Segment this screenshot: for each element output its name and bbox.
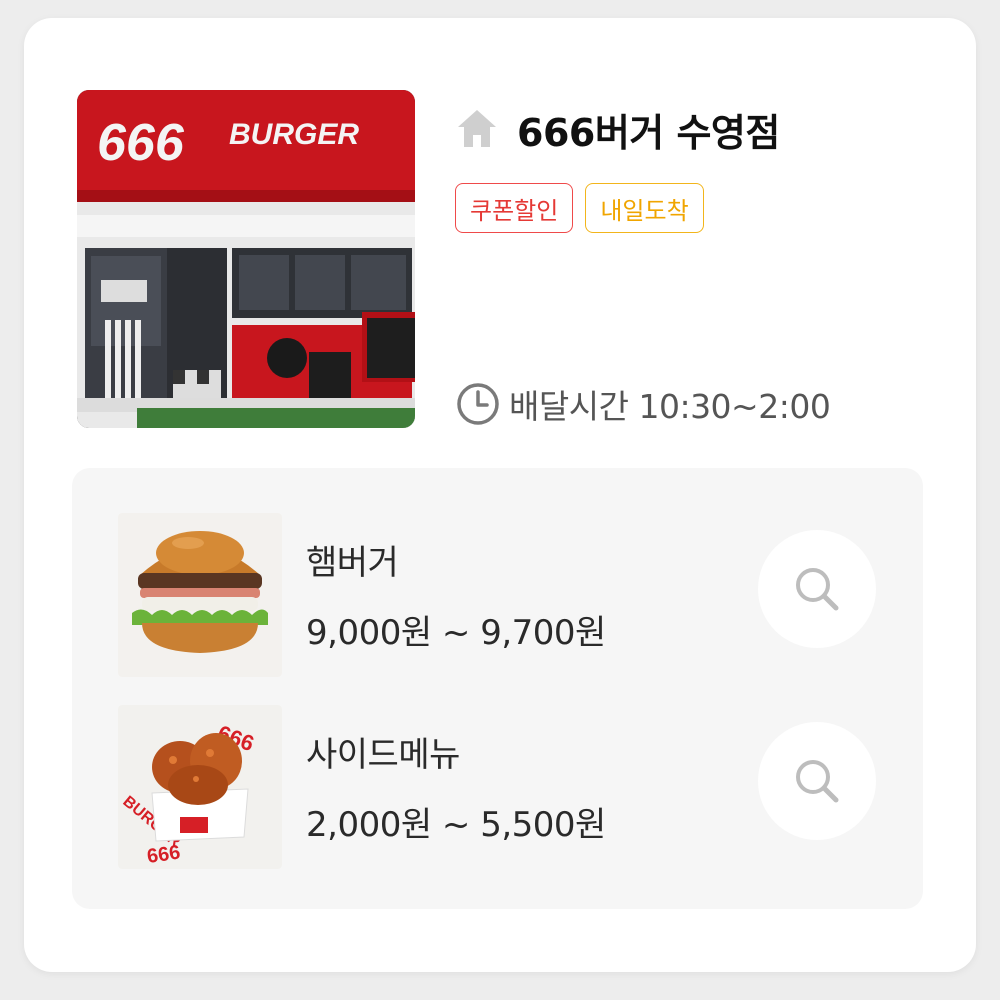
clock-icon [455, 381, 501, 427]
coupon-badge: 쿠폰할인 [455, 183, 574, 233]
svg-text:666: 666 [146, 842, 182, 868]
menu-item-side[interactable]: 666 BURGER 666 사이드메뉴 2,000원 ~ 5,500원 [118, 705, 888, 869]
search-button[interactable] [758, 530, 876, 648]
badge-group: 쿠폰할인 내일도착 [455, 183, 704, 233]
svg-text:BURGER: BURGER [229, 118, 359, 151]
menu-item-name: 사이드메뉴 [306, 735, 460, 775]
store-header: 666버거 수영점 [455, 102, 780, 156]
search-button[interactable] [758, 722, 876, 840]
menu-panel: 햄버거 9,000원 ~ 9,700원 666 BURGER 666 사이드메뉴… [72, 468, 923, 909]
menu-item-name: 햄버거 [306, 543, 399, 583]
store-photo: 666 BURGER [77, 90, 415, 428]
delivery-hours: 10:30~2:00 [638, 387, 831, 426]
home-icon [455, 107, 499, 151]
menu-item-price: 2,000원 ~ 5,500원 [306, 805, 606, 845]
search-icon [796, 760, 839, 803]
delivery-label: 배달시간 [509, 387, 629, 426]
side-menu-thumbnail: 666 BURGER 666 [118, 705, 282, 869]
store-sign-text: 666 [97, 114, 185, 172]
delivery-time-row: 배달시간 10:30~2:00 [455, 378, 831, 430]
next-day-badge: 내일도착 [585, 183, 704, 233]
menu-item-burger[interactable]: 햄버거 9,000원 ~ 9,700원 [118, 513, 888, 677]
store-name: 666버거 수영점 [517, 110, 780, 155]
search-icon [796, 568, 839, 611]
burger-thumbnail [118, 513, 282, 677]
menu-item-price: 9,000원 ~ 9,700원 [306, 613, 606, 653]
